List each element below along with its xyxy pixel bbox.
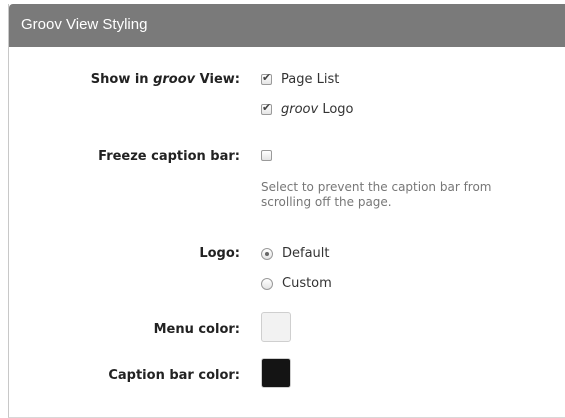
page-list-label: Page List (281, 72, 340, 87)
panel-title: Groov View Styling (21, 16, 148, 33)
freeze-caption-help: Select to prevent the caption bar from s… (261, 180, 492, 209)
logo-label: Logo: (199, 246, 240, 261)
logo-default-option[interactable]: Default (261, 246, 330, 261)
logo-custom-radio[interactable] (261, 277, 273, 290)
page-list-checkbox[interactable] (261, 71, 272, 85)
freeze-caption-checkbox[interactable] (261, 150, 272, 161)
freeze-caption-option[interactable] (261, 150, 281, 161)
freeze-caption-label: Freeze caption bar: (98, 149, 240, 164)
show-in-view-label: Show in groov View: (90, 72, 240, 87)
groov-view-styling-panel: Groov View Styling Show in groov View: P… (8, 4, 565, 418)
groov-logo-label: groov Logo (281, 102, 354, 117)
logo-custom-label: Custom (282, 276, 332, 291)
groov-logo-option[interactable]: groov Logo (261, 101, 354, 117)
logo-custom-option[interactable]: Custom (261, 276, 332, 291)
caption-bar-color-swatch[interactable] (261, 358, 291, 388)
logo-default-label: Default (282, 246, 330, 261)
menu-color-swatch[interactable] (261, 312, 291, 342)
menu-color-label: Menu color: (153, 322, 240, 337)
caption-bar-color-label: Caption bar color: (108, 368, 240, 383)
logo-default-radio[interactable] (261, 247, 273, 260)
groov-logo-checkbox[interactable] (261, 101, 272, 115)
panel-header: Groov View Styling (9, 4, 565, 47)
page-list-option[interactable]: Page List (261, 71, 340, 87)
